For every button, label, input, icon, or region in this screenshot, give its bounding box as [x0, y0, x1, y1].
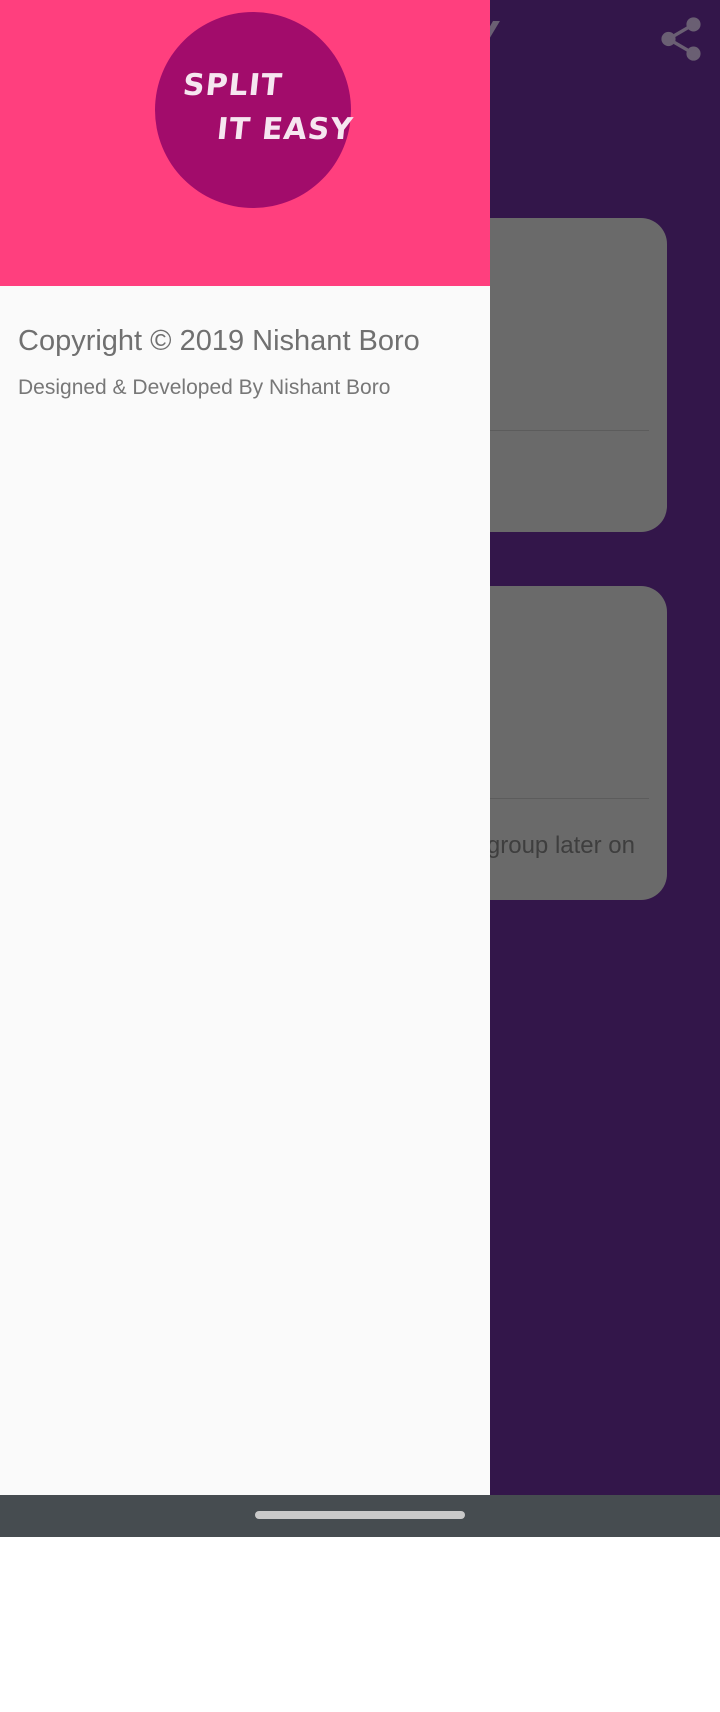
home-handle[interactable] — [255, 1511, 465, 1519]
logo-text-line1: SPLIT — [181, 68, 285, 103]
copyright-text: Copyright © 2019 Nishant Boro — [18, 325, 420, 357]
screen: Y group later on SPLIT — [0, 0, 720, 1712]
gesture-nav-bar — [0, 1495, 720, 1537]
credit-text: Designed & Developed By Nishant Boro — [18, 376, 391, 399]
share-icon — [661, 17, 701, 61]
navigation-drawer[interactable]: SPLIT IT EASY Copyright © 2019 Nishant B… — [0, 0, 490, 1495]
app-logo: SPLIT IT EASY — [155, 12, 355, 208]
drawer-header: SPLIT IT EASY — [0, 0, 490, 286]
share-button[interactable] — [656, 14, 706, 64]
logo-text-line2: IT EASY — [215, 112, 355, 147]
card-text: group later on — [486, 832, 635, 859]
